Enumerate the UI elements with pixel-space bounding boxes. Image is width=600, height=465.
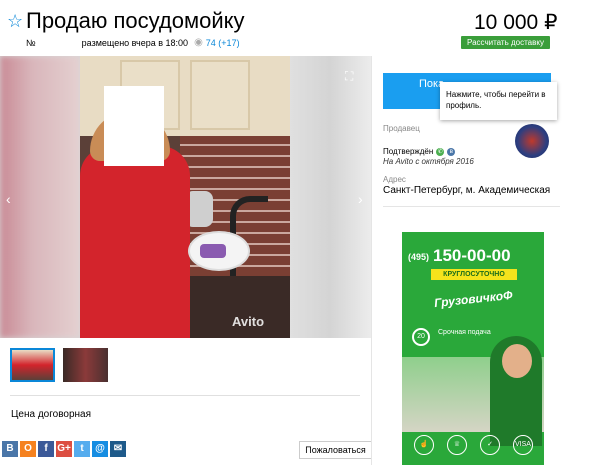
gallery-prev-icon[interactable]: ‹ <box>6 191 11 207</box>
ad-icons: ☝ ♕ ✓ VISA <box>414 435 544 455</box>
vk-verified-icon: в <box>447 147 456 156</box>
listing-number: № <box>26 37 36 48</box>
share-buttons: В Оf G+ t @ ✉ <box>2 441 128 457</box>
photo-sponge <box>200 244 226 258</box>
twitter-share-icon[interactable]: t <box>74 441 90 457</box>
photo-person <box>80 146 190 338</box>
confirmed-text: Подтверждён <box>383 147 434 156</box>
price-negotiable: Цена договорная <box>11 409 92 420</box>
ad-visa-icon: VISA <box>513 435 533 455</box>
views-count[interactable]: 74 (+17) <box>206 38 240 48</box>
address-value: Санкт-Петербург, м. Академическая <box>383 185 551 196</box>
seller-avatar[interactable] <box>515 124 549 158</box>
photo-redacted-face <box>104 86 164 166</box>
ad-shield-icon: ✓ <box>480 435 500 455</box>
googleplus-share-icon[interactable]: G+ <box>56 441 72 457</box>
ad-hand-icon: ☝ <box>414 435 434 455</box>
divider <box>383 206 560 207</box>
seller-label: Продавец <box>383 124 420 133</box>
posted-date: размещено вчера в 18:00 <box>81 37 189 48</box>
ad-brand-logo: ГрузовичкоФ <box>433 287 514 311</box>
ok-share-icon[interactable]: О <box>20 441 36 457</box>
favorite-star-icon[interactable]: ☆ <box>7 12 23 30</box>
main-photo[interactable]: Avito <box>80 56 290 338</box>
mail-share-icon[interactable]: @ <box>92 441 108 457</box>
photo-gallery[interactable]: Avito ‹ › ⛶ <box>0 56 371 338</box>
livejournal-share-icon[interactable]: ✉ <box>110 441 126 457</box>
calculate-delivery-button[interactable]: Рассчитать доставку <box>461 36 550 49</box>
facebook-share-icon[interactable]: f <box>38 441 54 457</box>
address-label: Адрес <box>383 175 406 184</box>
phone-verified-icon: ✆ <box>436 147 445 156</box>
vk-share-icon[interactable]: В <box>2 441 18 457</box>
photo-cabinet-door <box>190 60 250 130</box>
ad-phone: (495) 150-00-00 <box>408 246 511 266</box>
eye-icon: ◉ <box>194 37 203 48</box>
profile-tooltip: Нажмите, чтобы перейти в профиль. <box>440 82 557 120</box>
gallery-next-icon[interactable]: › <box>358 191 363 207</box>
complain-button[interactable]: Пожаловаться <box>299 441 372 459</box>
ad-cup-icon: ♕ <box>447 435 467 455</box>
ad-urgent-text: Срочная подача <box>438 329 491 336</box>
ad-banner[interactable]: (495) 150-00-00 КРУГЛОСУТОЧНО ГрузовичкоФ… <box>402 232 544 465</box>
thumbnail-1[interactable] <box>10 348 55 382</box>
title-row: ☆ Продаю посудомойку <box>7 8 245 34</box>
seller-confirmed: Подтверждён ✆ в <box>383 147 456 156</box>
listing-meta: № размещено вчера в 18:00 ◉ 74 (+17) <box>26 37 240 48</box>
ad-phone-code: (495) <box>408 251 430 262</box>
ad-badge: КРУГЛОСУТОЧНО <box>431 269 517 280</box>
listing-price: 10 000 ₽ <box>474 11 558 34</box>
thumbnail-2[interactable] <box>63 348 108 382</box>
ad-phone-number: 150-00-00 <box>433 246 511 265</box>
ad-minutes-icon: 20 <box>412 328 430 346</box>
fullscreen-icon[interactable]: ⛶ <box>345 70 357 82</box>
divider <box>10 395 360 396</box>
ad-mover-face <box>502 344 532 378</box>
listing-title: Продаю посудомойку <box>26 8 245 33</box>
gallery-blur-left <box>0 56 80 338</box>
column-divider <box>371 56 372 465</box>
thumbnail-strip <box>10 348 116 382</box>
avito-watermark: Avito <box>232 314 265 329</box>
seller-since: На Avito с октября 2016 <box>383 157 474 166</box>
